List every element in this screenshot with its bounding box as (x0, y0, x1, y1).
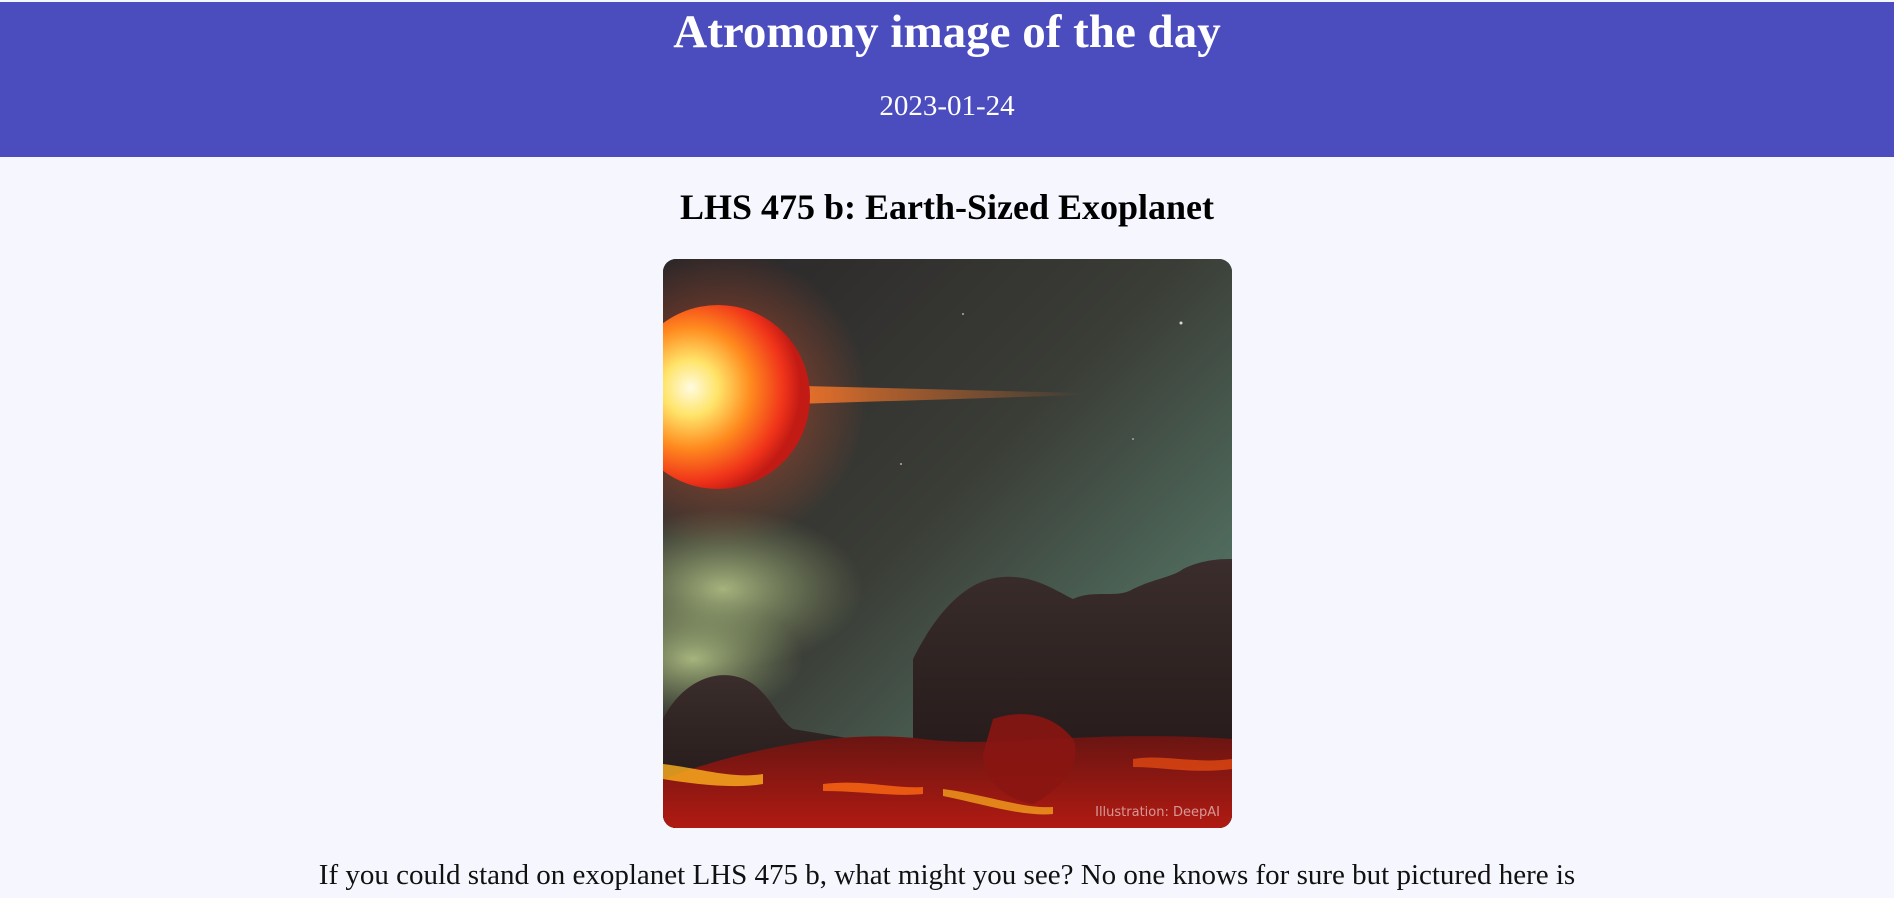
image-credit: Illustration: DeepAI (1095, 805, 1220, 820)
exoplanet-illustration-art (663, 259, 1232, 828)
image-caption: If you could stand on exoplanet LHS 475 … (318, 859, 1576, 891)
site-title: Atromony image of the day (673, 6, 1221, 58)
article-title: LHS 475 b: Earth-Sized Exoplanet (679, 187, 1215, 227)
exoplanet-illustration: Illustration: DeepAI (663, 259, 1232, 828)
image-date: 2023-01-24 (879, 90, 1015, 122)
page-header: Atromony image of the day 2023-01-24 (0, 2, 1894, 157)
